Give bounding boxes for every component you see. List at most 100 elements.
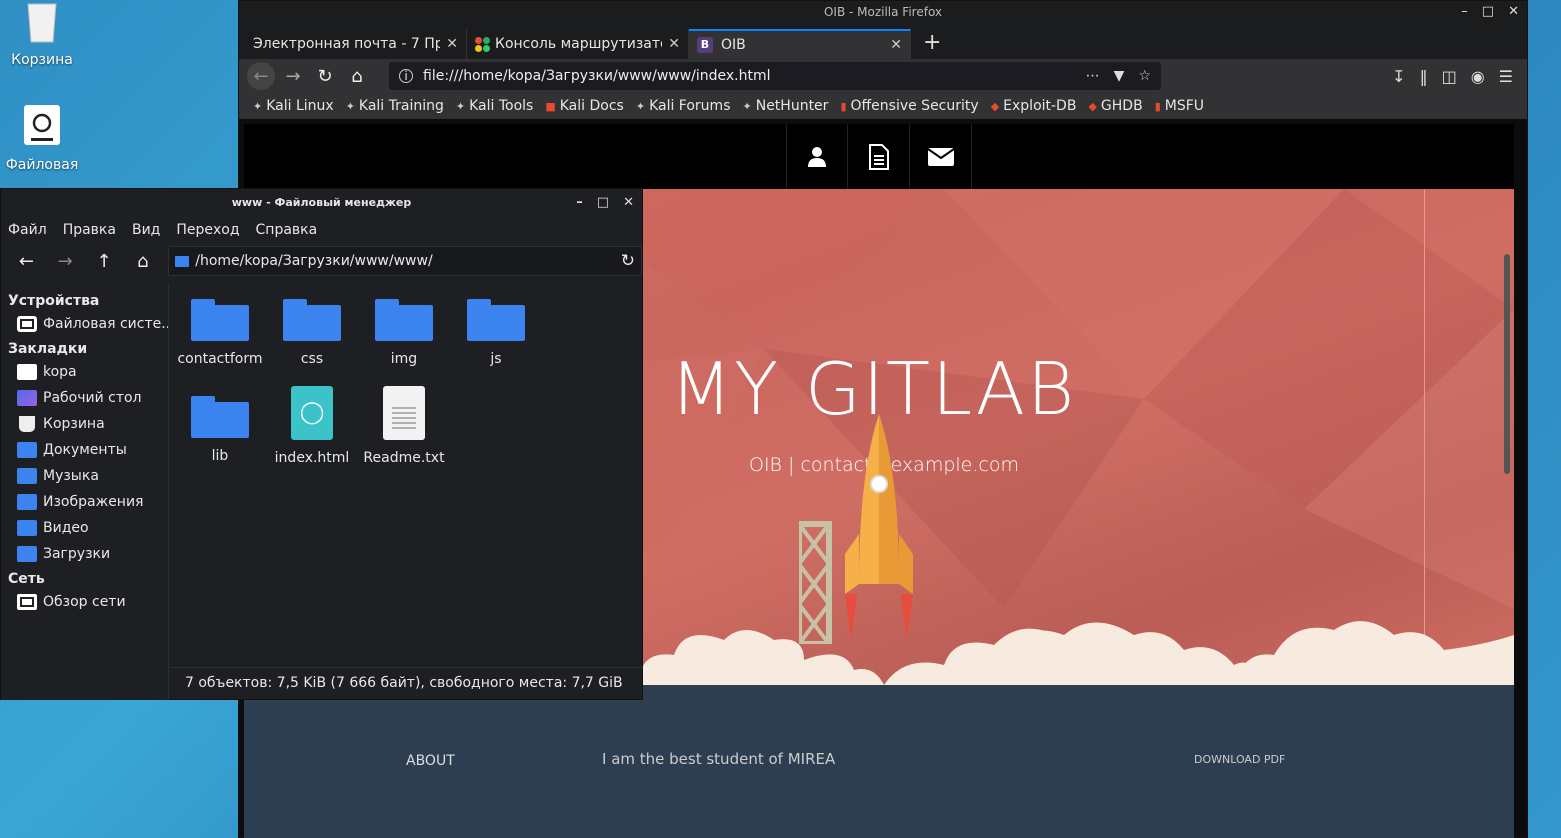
bookmark-label: Kali Tools xyxy=(469,98,534,114)
sidebar-item-trash[interactable]: Корзина xyxy=(1,411,168,437)
bookmark-kali-tools[interactable]: ✦ Kali Tools xyxy=(456,98,533,114)
bookmark-msfu[interactable]: ▮ MSFU xyxy=(1155,98,1204,114)
download-pdf-link[interactable]: DOWNLOAD PDF xyxy=(1194,753,1285,766)
sidebar-item-documents[interactable]: Документы xyxy=(1,437,168,463)
bookmark-kali-forums[interactable]: ✦ Kali Forums xyxy=(636,98,731,114)
bookmark-label: NetHunter xyxy=(755,98,829,114)
sidebar-item-music[interactable]: Музыка xyxy=(1,463,168,489)
tab-router-console[interactable]: Консоль маршрутизатор ✕ xyxy=(467,29,689,59)
minimize-icon[interactable]: – xyxy=(1461,1,1468,23)
desktop-icon-filesystem[interactable]: Файловая система xyxy=(0,104,84,176)
bookmark-kali-docs[interactable]: ■ Kali Docs xyxy=(545,98,624,114)
sidebar-item-kopa[interactable]: kopa xyxy=(1,359,168,385)
tab-mail[interactable]: Электронная почта - 7 Прак ✕ xyxy=(245,29,467,59)
text-file-icon xyxy=(383,386,425,440)
more-actions-icon[interactable]: ⋯ xyxy=(1086,68,1100,84)
home-icon[interactable]: ⌂ xyxy=(341,62,373,90)
docs-icon: ■ xyxy=(545,99,556,113)
close-icon[interactable]: ✕ xyxy=(1508,1,1519,23)
file-label: contactform xyxy=(177,351,263,367)
sidebar-item-label: Корзина xyxy=(43,416,105,432)
bookmark-kali-linux[interactable]: ✦ Kali Linux xyxy=(253,98,334,114)
close-tab-icon[interactable]: ✕ xyxy=(446,36,458,52)
info-icon[interactable]: i xyxy=(399,69,413,83)
file-item-lib[interactable]: lib xyxy=(174,386,266,464)
library-icon[interactable]: ‖ xyxy=(1420,67,1428,86)
new-tab-button[interactable]: + xyxy=(911,29,953,59)
trash-icon xyxy=(19,416,35,432)
bookmark-exploit-db[interactable]: ◆ Exploit-DB xyxy=(991,98,1077,114)
file-item-css[interactable]: css xyxy=(266,289,358,367)
file-item-js[interactable]: js xyxy=(450,289,542,367)
scrollbar[interactable] xyxy=(1504,254,1510,474)
fm-titlebar: www - Файловый менеджер – □ ✕ xyxy=(1,189,642,217)
sidebar-item-videos[interactable]: Видео xyxy=(1,515,168,541)
tab-oib[interactable]: B OIB ✕ xyxy=(689,29,911,59)
tab-label: Электронная почта - 7 Прак xyxy=(253,36,441,52)
bookmark-kali-training[interactable]: ✦ Kali Training xyxy=(346,98,444,114)
sidebar-item-label: Рабочий стол xyxy=(43,390,142,406)
bookmark-nethunter[interactable]: ✦ NetHunter xyxy=(743,98,829,114)
sidebar-item-desktop[interactable]: Рабочий стол xyxy=(1,385,168,411)
menu-view[interactable]: Вид xyxy=(132,222,160,238)
reload-icon[interactable]: ↻ xyxy=(621,251,635,271)
desktop-icon-trash[interactable]: Корзина xyxy=(0,0,84,68)
sidebar-item-pictures[interactable]: Изображения xyxy=(1,489,168,515)
close-tab-icon[interactable]: ✕ xyxy=(668,36,680,52)
drive-icon xyxy=(17,316,37,332)
document-icon[interactable] xyxy=(848,124,910,189)
file-item-contactform[interactable]: contactform xyxy=(174,289,266,367)
pocket-icon[interactable]: ▼ xyxy=(1114,68,1125,84)
maximize-icon[interactable]: □ xyxy=(1482,1,1494,23)
envelope-icon[interactable] xyxy=(910,124,972,189)
back-arrow-icon[interactable]: ← xyxy=(7,247,46,275)
menu-file[interactable]: Файл xyxy=(8,222,47,238)
desktop-icon-label: Файловая система xyxy=(5,157,79,176)
sidebar-item-downloads[interactable]: Загрузки xyxy=(1,541,168,567)
menu-edit[interactable]: Правка xyxy=(63,222,116,238)
file-grid: contactform css img js lib ◯ index.html … xyxy=(171,289,641,665)
file-label: index.html xyxy=(274,450,350,466)
user-icon[interactable] xyxy=(786,124,848,189)
window-title: OIB - Mozilla Firefox xyxy=(823,5,943,19)
close-icon[interactable]: ✕ xyxy=(623,189,634,217)
menu-help[interactable]: Справка xyxy=(256,222,318,238)
maximize-icon[interactable]: □ xyxy=(597,189,609,217)
bookmark-ghdb[interactable]: ◆ GHDB xyxy=(1088,98,1142,114)
home-icon[interactable]: ⌂ xyxy=(123,247,162,275)
path-bar[interactable]: /home/kopa/Загрузки/www/www/ ↻ xyxy=(168,246,642,276)
file-item-img[interactable]: img xyxy=(358,289,450,367)
sidebar-item-network[interactable]: Обзор сети xyxy=(1,589,168,615)
bookmark-label: Kali Docs xyxy=(559,98,624,114)
bookmark-star-icon[interactable]: ☆ xyxy=(1138,68,1151,84)
up-arrow-icon[interactable]: ↑ xyxy=(85,247,124,275)
file-item-index-html[interactable]: ◯ index.html xyxy=(266,384,358,466)
fm-toolbar: ← → ↑ ⌂ /home/kopa/Загрузки/www/www/ ↻ xyxy=(1,243,642,279)
about-text: I am the best student of MIREA xyxy=(602,750,836,768)
back-arrow-icon[interactable]: ← xyxy=(247,62,275,90)
sidebar-icon[interactable]: ◫ xyxy=(1442,67,1457,86)
sidebar-item-label: Файловая систе... xyxy=(43,316,168,332)
url-bar[interactable]: i file:///home/kopa/Загрузки/www/www/ind… xyxy=(389,62,1161,90)
file-label: js xyxy=(490,351,502,367)
drive-icon xyxy=(24,105,60,145)
minimize-icon[interactable]: – xyxy=(576,189,583,217)
close-tab-icon[interactable]: ✕ xyxy=(890,37,902,53)
bookmark-label: Kali Linux xyxy=(266,98,334,114)
file-label: lib xyxy=(211,448,229,464)
music-folder-icon xyxy=(17,468,37,484)
download-icon[interactable]: ↧ xyxy=(1392,67,1405,86)
forward-arrow-icon[interactable]: → xyxy=(46,247,85,275)
menu-go[interactable]: Переход xyxy=(176,222,239,238)
about-section: ABOUT I am the best student of MIREA DOW… xyxy=(244,685,1514,838)
forward-arrow-icon[interactable]: → xyxy=(277,62,309,90)
reload-icon[interactable]: ↻ xyxy=(309,62,341,90)
window-title: www - Файловый менеджер xyxy=(231,196,412,209)
desktop-folder-icon xyxy=(17,390,37,406)
sidebar-item-filesystem[interactable]: Файловая систе... xyxy=(1,311,168,337)
tab-label: OIB xyxy=(721,37,746,53)
bookmark-offensive-security[interactable]: ▮ Offensive Security xyxy=(840,98,978,114)
account-icon[interactable]: ◉ xyxy=(1471,67,1485,86)
menu-icon[interactable]: ☰ xyxy=(1499,67,1513,86)
file-item-readme[interactable]: Readme.txt xyxy=(358,384,450,466)
